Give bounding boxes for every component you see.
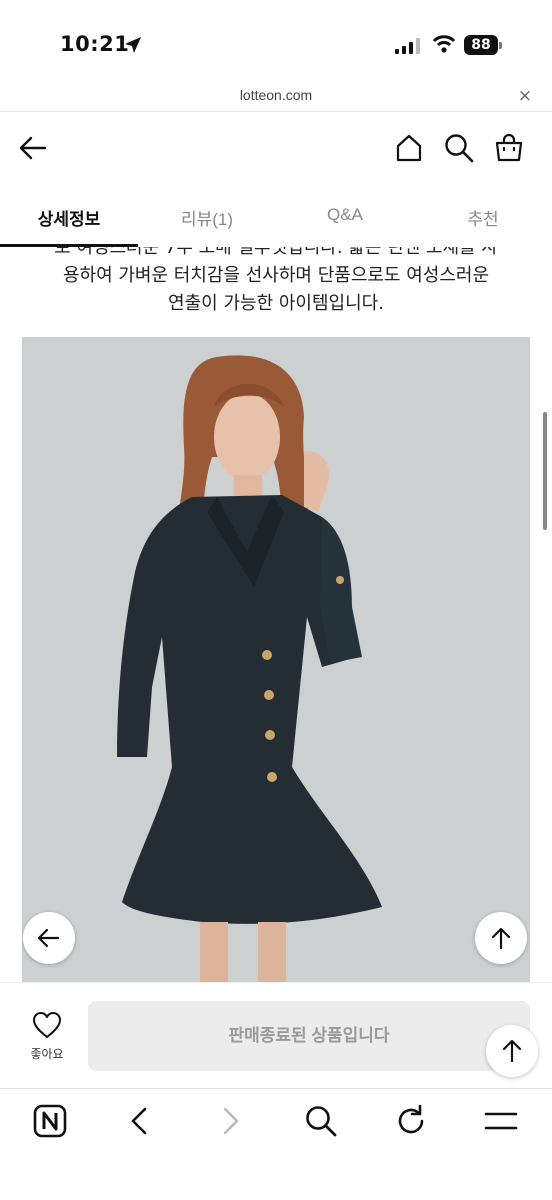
home-icon[interactable]	[393, 132, 425, 164]
refresh-icon[interactable]	[393, 1103, 429, 1139]
tab-reviews[interactable]: 리뷰(1)	[138, 187, 276, 245]
menu-icon[interactable]	[483, 1103, 519, 1139]
description-line: 용하여 가벼운 터치감을 선사하며 단품으로도 여성스러운	[62, 265, 490, 286]
heart-icon	[33, 1012, 61, 1038]
chevron-right-icon[interactable]	[212, 1103, 248, 1139]
app-header	[0, 112, 552, 187]
cart-icon[interactable]	[493, 132, 525, 164]
description-line: 연출이 가능한 아이템입니다.	[168, 293, 384, 314]
prev-image-button[interactable]	[23, 912, 75, 964]
wifi-icon	[432, 35, 456, 53]
like-button[interactable]: 좋아요	[22, 1011, 72, 1062]
scroll-top-button[interactable]	[475, 912, 527, 964]
tab-qna[interactable]: Q&A	[276, 187, 414, 245]
search-icon[interactable]	[303, 1103, 339, 1139]
product-photo	[22, 337, 530, 982]
soldout-button[interactable]: 판매종료된 상품입니다	[88, 1001, 530, 1071]
battery-level: 88	[464, 35, 498, 55]
url-text[interactable]: lotteon.com	[0, 87, 552, 103]
status-time: 10:21	[60, 32, 130, 56]
product-description: 로 여성스러운 7부 소매 실루엣입니다. 얇은 린넨 소재를 사 용하여 가벼…	[0, 247, 552, 337]
battery-indicator: 88	[464, 35, 502, 55]
tab-detail-info[interactable]: 상세정보	[0, 187, 138, 245]
scrollbar[interactable]	[543, 412, 547, 530]
naver-icon[interactable]	[32, 1103, 68, 1139]
signal-icon	[395, 38, 420, 54]
search-icon[interactable]	[443, 132, 475, 164]
detail-tabs: 상세정보 리뷰(1) Q&A 추천	[0, 187, 552, 245]
location-arrow-icon	[125, 37, 141, 53]
chevron-left-icon[interactable]	[122, 1103, 158, 1139]
purchase-bar: 좋아요 판매종료된 상품입니다	[0, 982, 552, 1088]
status-bar: 10:21 88	[0, 0, 552, 82]
tab-recommend[interactable]: 추천	[414, 187, 552, 245]
arrow-up-icon[interactable]	[486, 1025, 538, 1077]
back-arrow-icon[interactable]	[17, 132, 49, 164]
like-label: 좋아요	[30, 1047, 64, 1061]
browser-toolbar	[0, 1088, 552, 1200]
dress-illustration	[22, 337, 530, 982]
browser-url-bar[interactable]: lotteon.com ×	[0, 82, 552, 112]
close-icon[interactable]: ×	[518, 86, 532, 106]
